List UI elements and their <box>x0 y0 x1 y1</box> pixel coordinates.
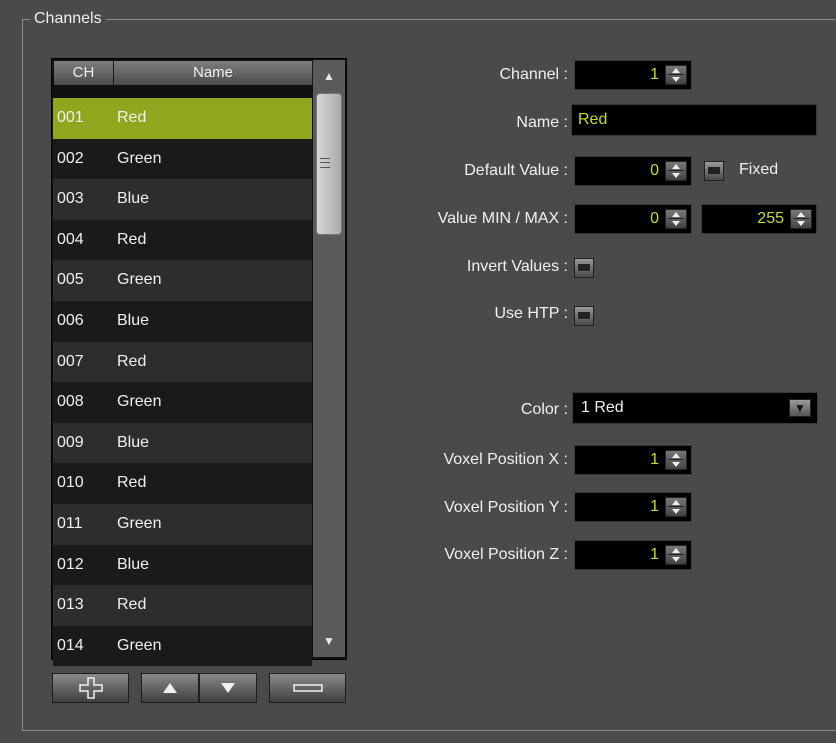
use-htp-checkbox[interactable] <box>574 306 594 326</box>
spinner-arrows-icon[interactable] <box>665 497 687 517</box>
row-channel-number: 014 <box>57 636 84 654</box>
fixed-label: Fixed <box>739 161 779 178</box>
add-channel-button[interactable] <box>52 673 129 703</box>
voxel-x-value: 1 <box>650 451 659 468</box>
row-channel-number: 004 <box>57 230 84 248</box>
row-channel-name: Red <box>117 596 147 614</box>
voxel-x-label: Voxel Position X : <box>443 451 568 468</box>
row-channel-name: Green <box>117 393 162 411</box>
voxel-y-value: 1 <box>650 498 659 515</box>
row-channel-name: Blue <box>117 433 150 451</box>
row-channel-name: Red <box>117 230 147 248</box>
move-down-button[interactable] <box>199 673 257 703</box>
table-row[interactable]: 013 Red <box>53 585 312 626</box>
table-rows: 001 Red 002 Green 003 Blue 004 Red 005 Green 006 Bl… <box>53 98 312 667</box>
table-row[interactable]: 006 Blue <box>53 300 312 342</box>
voxel-z-value: 1 <box>650 546 659 563</box>
table-row[interactable]: 003 Blue <box>53 179 312 220</box>
invert-values-label: Invert Values : <box>466 258 568 275</box>
color-select[interactable]: 1 Red ▼ <box>572 392 818 424</box>
row-channel-number: 005 <box>57 271 84 289</box>
row-channel-number: 007 <box>57 352 84 370</box>
table-row[interactable]: 005 Green <box>53 260 312 301</box>
table-scrollbar[interactable]: ▲ ▼ <box>313 60 345 657</box>
default-value: 0 <box>650 162 659 179</box>
name-input[interactable]: Red <box>571 104 817 136</box>
row-channel-name: Green <box>117 271 162 289</box>
minus-icon <box>292 684 323 692</box>
scrollbar-grip-icon <box>320 158 330 168</box>
chevron-down-icon[interactable]: ▼ <box>789 399 811 417</box>
row-channel-name: Blue <box>117 190 150 208</box>
move-up-button[interactable] <box>141 673 199 703</box>
fixed-checkbox[interactable] <box>704 161 724 181</box>
table-row[interactable]: 007 Red <box>53 341 312 383</box>
voxel-y-label: Voxel Position Y : <box>444 499 568 516</box>
max-value: 255 <box>757 210 784 227</box>
table-row[interactable]: 001 Red <box>53 98 312 139</box>
row-channel-number: 009 <box>57 433 84 451</box>
table-row[interactable]: 014 Green <box>53 625 312 667</box>
row-channel-number: 013 <box>57 596 84 614</box>
row-channel-number: 002 <box>57 149 84 167</box>
voxel-z-label: Voxel Position Z : <box>444 546 568 563</box>
default-value-spinner[interactable]: 0 <box>574 156 692 186</box>
column-header-ch[interactable]: CH <box>54 61 114 85</box>
row-channel-name: Green <box>117 514 162 532</box>
table-row[interactable]: 008 Green <box>53 382 312 423</box>
row-channel-number: 011 <box>57 514 83 532</box>
name-label: Name : <box>516 114 568 131</box>
scroll-up-arrow-icon[interactable]: ▲ <box>313 60 345 92</box>
color-selected-value: 1 Red <box>581 399 624 416</box>
row-channel-name: Red <box>117 352 147 370</box>
voxel-x-spinner[interactable]: 1 <box>574 445 692 475</box>
spinner-arrows-icon[interactable] <box>665 209 687 229</box>
remove-channel-button[interactable] <box>269 673 346 703</box>
default-value-label: Default Value : <box>464 162 568 179</box>
row-channel-name: Red <box>117 109 147 126</box>
row-channel-name: Red <box>117 474 147 492</box>
channel-spinner[interactable]: 1 <box>574 60 692 90</box>
spinner-arrows-icon[interactable] <box>665 450 687 470</box>
row-channel-number: 010 <box>57 474 84 492</box>
row-channel-number: 001 <box>57 109 84 126</box>
voxel-y-spinner[interactable]: 1 <box>574 492 692 522</box>
table-row[interactable]: 004 Red <box>53 219 312 261</box>
spinner-arrows-icon[interactable] <box>790 209 812 229</box>
table-row[interactable]: 010 Red <box>53 463 312 504</box>
row-channel-number: 006 <box>57 311 84 329</box>
row-channel-number: 003 <box>57 190 84 208</box>
table-row[interactable]: 011 Green <box>53 503 312 545</box>
groupbox-title: Channels <box>30 10 106 28</box>
arrow-down-icon <box>221 683 235 693</box>
row-channel-number: 008 <box>57 393 84 411</box>
row-channel-name: Blue <box>117 555 150 573</box>
table-header: CH Name <box>54 61 313 85</box>
table-row[interactable]: 012 Blue <box>53 544 312 586</box>
plus-icon <box>78 677 103 699</box>
arrow-up-icon <box>163 683 177 693</box>
row-channel-name: Green <box>117 149 162 167</box>
max-value-spinner[interactable]: 255 <box>701 204 817 234</box>
column-header-name[interactable]: Name <box>114 61 313 85</box>
row-channel-name: Blue <box>117 311 150 329</box>
min-value-spinner[interactable]: 0 <box>574 204 692 234</box>
table-row[interactable]: 002 Green <box>53 138 312 180</box>
spinner-arrows-icon[interactable] <box>665 161 687 181</box>
color-label: Color : <box>520 401 568 418</box>
row-channel-name: Green <box>117 636 162 654</box>
table-row[interactable]: 009 Blue <box>53 422 312 464</box>
invert-values-checkbox[interactable] <box>574 258 594 278</box>
min-value: 0 <box>650 210 659 227</box>
channel-value: 1 <box>650 66 659 83</box>
voxel-z-spinner[interactable]: 1 <box>574 540 692 570</box>
row-channel-number: 012 <box>57 555 84 573</box>
spinner-arrows-icon[interactable] <box>665 545 687 565</box>
scroll-down-arrow-icon[interactable]: ▼ <box>313 625 345 657</box>
value-min-max-label: Value MIN / MAX : <box>437 210 568 227</box>
channel-label: Channel : <box>499 66 569 83</box>
use-htp-label: Use HTP : <box>494 305 569 322</box>
spinner-arrows-icon[interactable] <box>665 65 687 85</box>
